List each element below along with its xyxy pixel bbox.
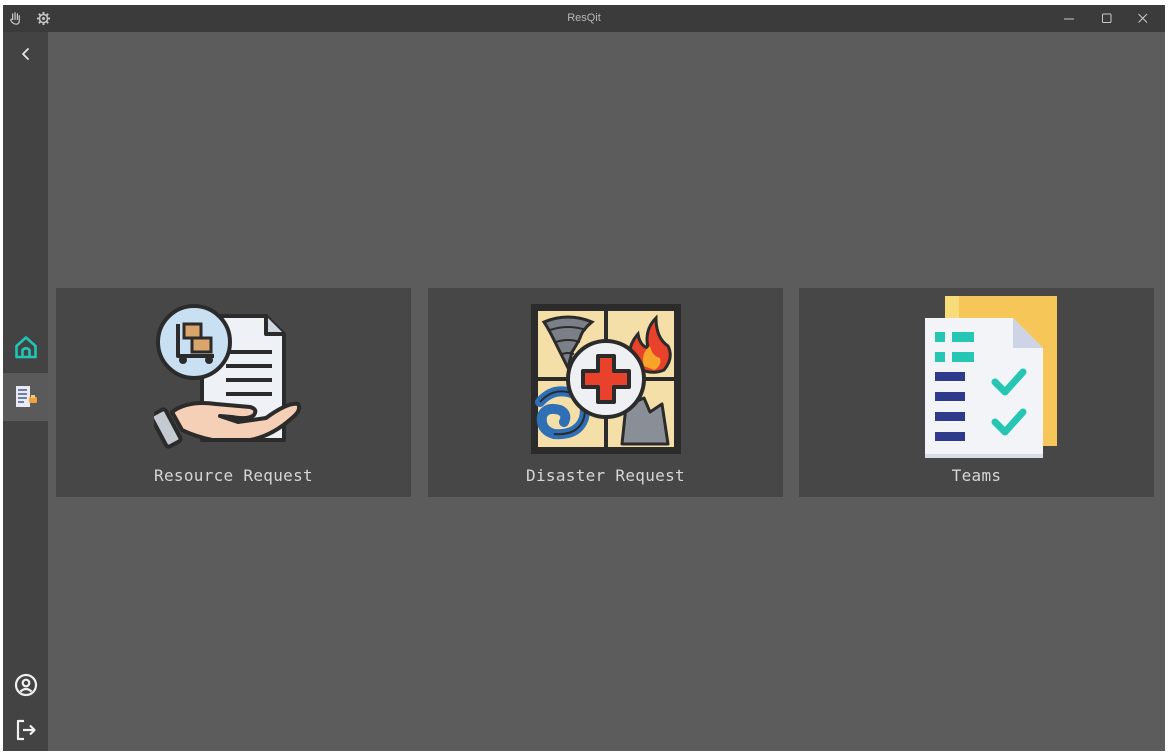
gear-icon[interactable] (36, 11, 51, 26)
logout-button[interactable] (3, 713, 48, 747)
card-label: Teams (951, 466, 1002, 485)
chevron-left-icon (21, 48, 29, 60)
title-bar: ResQit (3, 5, 1165, 32)
minimize-icon[interactable] (1058, 8, 1080, 29)
main-content: Resource Request Disaster Request Teams (48, 32, 1165, 751)
maximize-icon[interactable] (1096, 8, 1118, 29)
disaster-request-icon (530, 304, 681, 454)
sidebar (3, 32, 48, 751)
requests-icon (15, 386, 37, 407)
resource-request-card[interactable]: Resource Request (56, 288, 411, 497)
profile-button[interactable] (3, 668, 48, 702)
sidebar-item-requests[interactable] (3, 373, 48, 421)
card-label: Resource Request (154, 466, 313, 485)
close-icon[interactable] (1132, 8, 1154, 29)
back-button[interactable] (3, 38, 48, 70)
teams-icon (924, 296, 1057, 458)
disaster-request-card[interactable]: Disaster Request (428, 288, 783, 497)
teams-card[interactable]: Teams (799, 288, 1154, 497)
hand-icon[interactable] (8, 11, 23, 26)
user-circle-icon (14, 673, 37, 697)
card-label: Disaster Request (526, 466, 685, 485)
home-icon (14, 336, 37, 359)
logout-icon (16, 719, 36, 741)
window-title: ResQit (567, 12, 601, 24)
app-window: ResQit Resource Request Disaster Request… (3, 5, 1165, 751)
resource-request-icon (153, 304, 301, 449)
sidebar-item-home[interactable] (3, 329, 48, 365)
